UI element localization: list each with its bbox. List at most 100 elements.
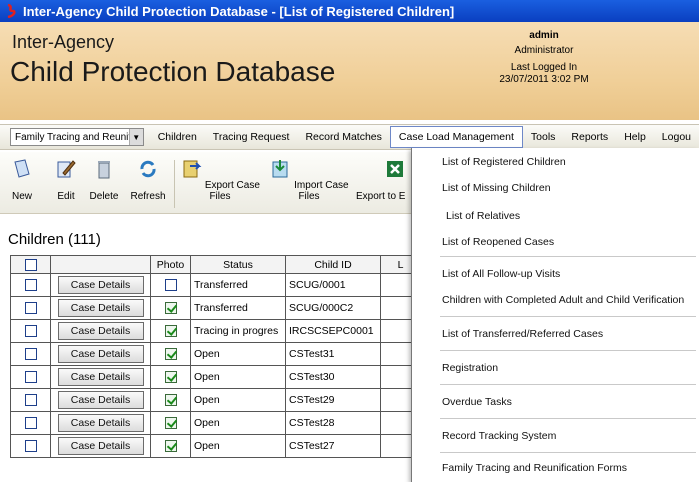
menu-item-transferred-cases[interactable]: List of Transferred/Referred Cases: [442, 328, 603, 340]
photo-checkbox[interactable]: [164, 348, 177, 361]
child-id-cell: CSTest31: [285, 342, 381, 366]
excel-icon: [387, 161, 403, 177]
status-cell: Open: [190, 342, 286, 366]
menu-item-record-tracking[interactable]: Record Tracking System: [442, 430, 556, 442]
app-logo-icon: [7, 4, 16, 18]
case-details-button[interactable]: Case Details: [57, 276, 144, 294]
menu-divider: [440, 256, 696, 257]
table-row[interactable]: Case Details Open CSTest31: [10, 342, 421, 366]
photo-checkbox[interactable]: [164, 440, 177, 453]
menu-item-overdue-tasks[interactable]: Overdue Tasks: [442, 396, 512, 408]
menu-logout[interactable]: Logou: [654, 131, 699, 143]
table-row[interactable]: Case Details Transferred SCUG/000C2: [10, 296, 421, 320]
refresh-button[interactable]: Refresh: [128, 158, 168, 202]
photo-checkbox[interactable]: [164, 325, 177, 338]
import-icon: [272, 160, 288, 178]
header-child-id[interactable]: Child ID: [285, 255, 381, 274]
delete-button[interactable]: Delete: [86, 158, 122, 202]
menu-tracing-request[interactable]: Tracing Request: [205, 131, 298, 143]
user-name: admin: [529, 30, 559, 41]
menu-item-verified-children[interactable]: Children with Completed Adult and Child …: [442, 294, 684, 306]
import-case-files-button[interactable]: Import Case Files: [266, 158, 352, 202]
case-details-button[interactable]: Case Details: [57, 345, 144, 363]
status-cell: Open: [190, 365, 286, 389]
menu-case-load-management[interactable]: Case Load Management: [389, 126, 523, 148]
case-details-button[interactable]: Case Details: [57, 368, 144, 386]
menu-reports[interactable]: Reports: [563, 131, 616, 143]
status-cell: Tracing in progres: [190, 319, 286, 343]
app-header: Inter-Agency Child Protection Database a…: [0, 22, 699, 120]
photo-checkbox[interactable]: [164, 279, 177, 292]
row-select-checkbox[interactable]: [24, 440, 37, 453]
menu-divider: [440, 384, 696, 385]
table-row[interactable]: Case Details Open CSTest27: [10, 434, 421, 458]
edit-button-label: Edit: [57, 191, 75, 202]
grid-header-row: Photo Status Child ID L: [10, 255, 421, 274]
menu-divider: [440, 316, 696, 317]
photo-checkbox[interactable]: [164, 417, 177, 430]
table-row[interactable]: Case Details Tracing in progres IRCSCSEP…: [10, 319, 421, 343]
user-info: admin Administrator Last Logged In 23/07…: [469, 28, 619, 85]
table-row[interactable]: Case Details Open CSTest30: [10, 365, 421, 389]
header-actions: [50, 255, 151, 274]
refresh-button-label: Refresh: [130, 191, 166, 202]
row-select-checkbox[interactable]: [24, 348, 37, 361]
export-to-excel-label: Export to E: [356, 191, 406, 202]
export-icon: [183, 160, 202, 178]
photo-checkbox[interactable]: [164, 394, 177, 407]
menu-item-missing-children[interactable]: List of Missing Children: [442, 182, 551, 194]
case-details-button[interactable]: Case Details: [57, 299, 144, 317]
brand-line-1: Inter-Agency: [12, 32, 115, 52]
menu-record-matches[interactable]: Record Matches: [297, 131, 389, 143]
delete-button-label: Delete: [89, 191, 119, 202]
menu-item-registered-children[interactable]: List of Registered Children: [442, 156, 566, 168]
case-load-management-menu: List of Registered Children List of Miss…: [411, 148, 699, 482]
last-logged-value: 23/07/2011 3:02 PM: [499, 74, 589, 85]
photo-checkbox[interactable]: [164, 302, 177, 315]
case-details-button[interactable]: Case Details: [57, 414, 144, 432]
row-select-checkbox[interactable]: [24, 394, 37, 407]
table-row[interactable]: Case Details Transferred SCUG/0001: [10, 273, 421, 297]
menu-help[interactable]: Help: [616, 131, 654, 143]
menu-item-reopened-cases[interactable]: List of Reopened Cases: [442, 236, 554, 248]
main-menu-bar: Family Tracing and Reunificatio ▼ Childr…: [0, 124, 699, 150]
status-cell: Transferred: [190, 296, 286, 320]
case-details-button[interactable]: Case Details: [57, 322, 144, 340]
menu-item-registration[interactable]: Registration: [442, 362, 498, 374]
row-select-checkbox[interactable]: [24, 325, 37, 338]
row-select-checkbox[interactable]: [24, 302, 37, 315]
row-select-checkbox[interactable]: [24, 371, 37, 384]
menu-children[interactable]: Children: [150, 131, 205, 143]
header-status[interactable]: Status: [190, 255, 286, 274]
menu-item-ftr-forms[interactable]: Family Tracing and Reunification Forms: [442, 462, 627, 474]
menu-item-relatives[interactable]: List of Relatives: [446, 210, 520, 222]
menu-tools[interactable]: Tools: [523, 131, 564, 143]
module-select[interactable]: Family Tracing and Reunificatio ▼: [10, 128, 144, 146]
import-case-files-label: Import Case Files: [294, 180, 349, 202]
export-to-excel-button[interactable]: Export to E: [356, 158, 416, 202]
row-select-checkbox[interactable]: [24, 417, 37, 430]
menu-item-follow-up-visits[interactable]: List of All Follow-up Visits: [442, 268, 560, 280]
new-button[interactable]: New: [8, 158, 36, 202]
case-details-button[interactable]: Case Details: [57, 437, 144, 455]
refresh-icon: [140, 160, 156, 178]
menu-divider: [440, 452, 696, 453]
chevron-down-icon[interactable]: ▼: [128, 129, 143, 145]
photo-checkbox[interactable]: [164, 371, 177, 384]
child-id-cell: SCUG/0001: [285, 273, 381, 297]
table-row[interactable]: Case Details Open CSTest28: [10, 411, 421, 435]
child-id-cell: IRCSCSEPC0001: [285, 319, 381, 343]
user-role: Administrator: [514, 45, 574, 56]
select-all-checkbox[interactable]: [24, 258, 37, 271]
export-case-files-label: Export Case Files: [204, 180, 260, 202]
select-all-cell: [10, 255, 51, 274]
table-row[interactable]: Case Details Open CSTest29: [10, 388, 421, 412]
row-select-checkbox[interactable]: [24, 279, 37, 292]
export-case-files-button[interactable]: Export Case Files: [178, 158, 262, 202]
edit-button[interactable]: Edit: [52, 158, 80, 202]
header-photo[interactable]: Photo: [150, 255, 191, 274]
window-title: Inter-Agency Child Protection Database -…: [23, 3, 455, 19]
case-details-button[interactable]: Case Details: [57, 391, 144, 409]
status-cell: Open: [190, 434, 286, 458]
brand-title: Child Protection Database: [10, 56, 336, 87]
